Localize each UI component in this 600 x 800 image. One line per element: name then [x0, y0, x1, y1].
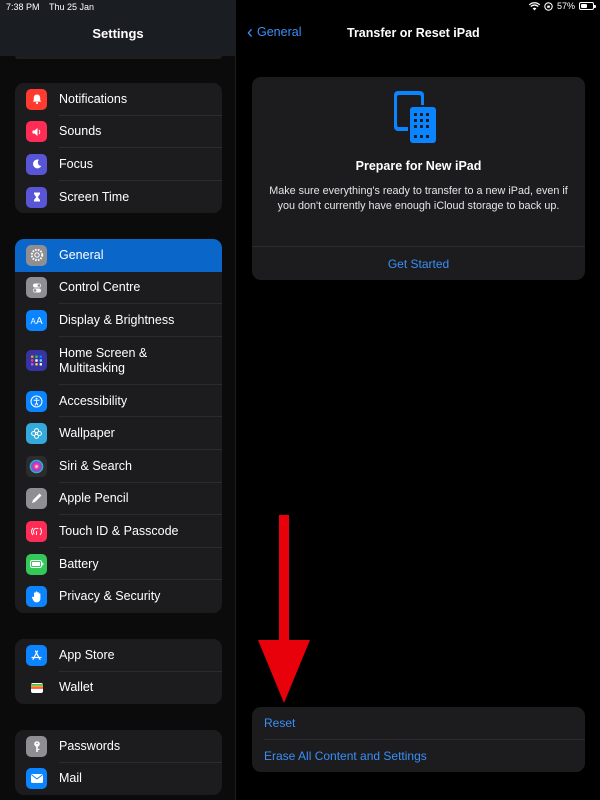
sidebar-item-wallpaper[interactable]: Wallpaper	[15, 417, 222, 450]
back-button[interactable]: ‹ General	[247, 22, 302, 42]
wifi-icon	[528, 1, 540, 10]
battery-percent: 57%	[556, 1, 575, 11]
accessibility-icon	[26, 390, 47, 412]
sidebar-item-label: App Store	[59, 647, 115, 662]
sidebar-item-label: Privacy & Security	[59, 589, 161, 604]
search-field-edge	[15, 56, 222, 59]
reset-actions: Reset Erase All Content and Settings	[252, 707, 585, 772]
settings-group: App Store Wallet	[15, 639, 222, 705]
status-time: 7:38 PM	[6, 2, 40, 12]
back-label: General	[257, 25, 302, 39]
sidebar-item-app-store[interactable]: App Store	[15, 639, 222, 672]
sidebar-item-battery[interactable]: Battery	[15, 548, 222, 581]
svg-text:A: A	[36, 316, 43, 326]
status-date: Thu 25 Jan	[49, 2, 95, 12]
red-arrow-annotation	[258, 515, 310, 703]
sidebar-item-label: Screen Time	[59, 189, 130, 204]
sidebar-title: Settings	[92, 26, 144, 41]
sidebar-item-label: General	[59, 247, 104, 262]
settings-group: Notifications Sounds Focus Screen Time	[15, 83, 222, 214]
text-size-icon: AA	[26, 309, 47, 331]
sidebar-item-siri-search[interactable]: Siri & Search	[15, 450, 222, 483]
sidebar-item-touch-id-passcode[interactable]: Touch ID & Passcode	[15, 515, 222, 548]
sidebar-item-label: Notifications	[59, 91, 128, 106]
sidebar-item-control-centre[interactable]: Control Centre	[15, 272, 222, 305]
battery-icon	[26, 553, 47, 575]
sidebar-item-label: Control Centre	[59, 280, 141, 295]
sidebar-item-sounds[interactable]: Sounds	[15, 116, 222, 149]
status-indicators: 57%	[528, 1, 596, 11]
sidebar-item-label: Passwords	[59, 738, 121, 753]
sidebar-item-focus[interactable]: Focus	[15, 148, 222, 181]
sidebar-item-label: Accessibility	[59, 393, 128, 408]
settings-group: General Control Centre A A Display & Brightn…	[15, 239, 222, 613]
sidebar-item-accessibility[interactable]: Accessibility	[15, 385, 222, 418]
mail-icon	[26, 768, 47, 790]
sidebar-item-general[interactable]: General	[15, 239, 222, 272]
battery-icon	[579, 2, 596, 10]
flower-icon	[26, 423, 47, 445]
sidebar-item-label: Mail	[59, 771, 82, 786]
sidebar-item-label: Wallet	[59, 680, 94, 695]
card-title: Prepare for New iPad	[355, 159, 482, 173]
fingerprint-icon	[26, 520, 47, 542]
sidebar-item-passwords[interactable]: Passwords	[15, 730, 222, 763]
reset-button[interactable]: Reset	[264, 716, 295, 730]
divider	[264, 739, 585, 740]
sidebar-item-label: Display & Brightness	[59, 312, 175, 327]
sidebar-item-display-brightness[interactable]: A A Display & Brightness	[15, 304, 222, 337]
siri-icon	[26, 455, 47, 477]
card-description: Make sure everything's ready to transfer…	[269, 185, 568, 212]
sidebar-item-home-screen-multitasking[interactable]: Home Screen & Multitasking	[15, 337, 222, 385]
sidebar-item-screen-time[interactable]: Screen Time	[15, 181, 222, 214]
sidebar-item-label: Battery	[59, 556, 99, 571]
battery-level	[581, 4, 588, 8]
erase-all-button[interactable]: Erase All Content and Settings	[264, 749, 427, 763]
sidebar-item-wallet[interactable]: Wallet	[15, 672, 222, 705]
sidebar-item-label: Wallpaper	[59, 426, 115, 441]
orientation-lock-icon	[544, 1, 553, 11]
prepare-card: Prepare for New iPad Make sure everythin…	[252, 77, 585, 280]
status-bar: 7:38 PM Thu 25 Jan 57%	[0, 0, 600, 14]
grid-icon	[26, 350, 47, 372]
hourglass-icon	[26, 186, 47, 208]
sidebar-item-label: Apple Pencil	[59, 491, 129, 506]
page-title: Transfer or Reset iPad	[347, 26, 480, 40]
sidebar-item-privacy-security[interactable]: Privacy & Security	[15, 580, 222, 613]
sidebar: Settings Notifications Sounds Focus Screen …	[0, 0, 236, 800]
ipad-transfer-icon	[394, 91, 438, 145]
sidebar-item-label: Touch ID & Passcode	[59, 523, 179, 538]
bell-icon	[26, 88, 47, 110]
sidebar-item-mail[interactable]: Mail	[15, 763, 222, 796]
wallet-icon	[26, 677, 47, 699]
gear-icon	[26, 244, 47, 266]
chevron-left-icon: ‹	[247, 22, 253, 42]
sidebar-item-label: Siri & Search	[59, 458, 132, 473]
hand-icon	[26, 586, 47, 608]
sidebar-item-apple-pencil[interactable]: Apple Pencil	[15, 483, 222, 516]
pencil-icon	[26, 488, 47, 510]
key-icon	[26, 735, 47, 757]
sidebar-item-label: Sounds	[59, 124, 102, 139]
settings-group: Passwords Mail	[15, 730, 222, 796]
toggles-icon	[26, 277, 47, 299]
get-started-link[interactable]: Get Started	[252, 257, 585, 271]
sidebar-item-label: Home Screen & Multitasking	[59, 345, 148, 375]
speaker-icon	[26, 121, 47, 143]
app-store-icon	[26, 644, 47, 666]
sidebar-item-label: Focus	[59, 156, 94, 171]
sidebar-item-notifications[interactable]: Notifications	[15, 83, 222, 116]
divider	[252, 246, 585, 247]
moon-icon	[26, 153, 47, 175]
